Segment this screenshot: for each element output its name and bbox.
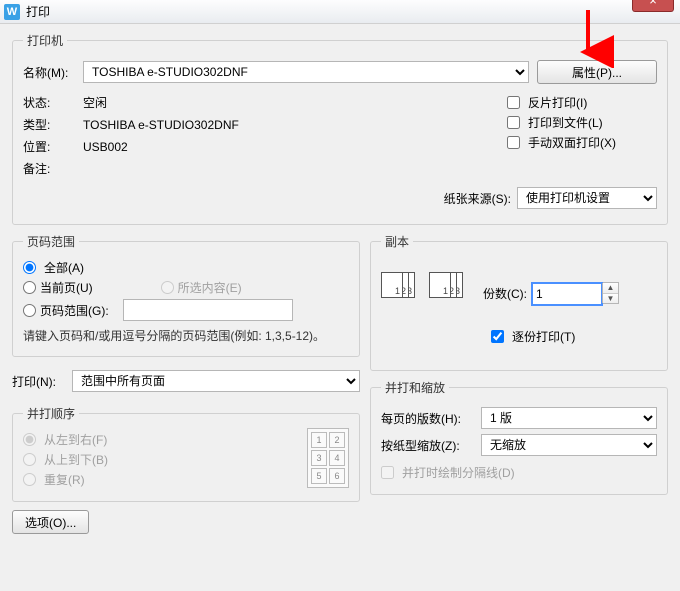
where-value: USB002 (83, 140, 128, 154)
comment-label: 备注: (23, 160, 83, 177)
window-title: 打印 (26, 0, 50, 24)
range-selection-radio: 所选内容(E) (161, 279, 242, 296)
type-value: TOSHIBA e-STUDIO302DNF (83, 118, 239, 132)
page-range-group: 页码范围 全部(A) 当前页(U) 所选内容(E) 页码范围(G): 请键入页码… (12, 233, 360, 357)
collate-preview-icon (381, 272, 421, 314)
copies-count-input[interactable] (532, 283, 602, 305)
collate-preview-icon (429, 272, 469, 314)
order-tb-radio: 从上到下(B) (23, 451, 108, 468)
zoom-group: 并打和缩放 每页的版数(H): 1 版 按纸型缩放(Z): 无缩放 并打时绘制分… (370, 379, 668, 495)
properties-button[interactable]: 属性(P)... (537, 60, 657, 84)
page-range-hint: 请键入页码和/或用逗号分隔的页码范围(例如: 1,3,5-12)。 (23, 327, 349, 346)
options-button[interactable]: 选项(O)... (12, 510, 89, 534)
scale-to-paper-label: 按纸型缩放(Z): (381, 437, 481, 454)
print-to-file-checkbox[interactable]: 打印到文件(L) (507, 114, 657, 131)
paper-source-select[interactable]: 使用打印机设置 (517, 187, 657, 209)
pages-per-sheet-label: 每页的版数(H): (381, 410, 481, 427)
print-what-select[interactable]: 范围中所有页面 (72, 370, 360, 392)
range-all-radio[interactable]: 全部(A) (23, 259, 349, 276)
reverse-print-checkbox[interactable]: 反片打印(I) (507, 94, 657, 111)
printer-group: 打印机 名称(M): TOSHIBA e-STUDIO302DNF 属性(P).… (12, 32, 668, 225)
app-icon: W (4, 4, 20, 20)
page-range-legend: 页码范围 (23, 233, 79, 250)
printer-legend: 打印机 (23, 32, 67, 49)
name-label: 名称(M): (23, 64, 83, 81)
draw-separator-checkbox: 并打时绘制分隔线(D) (381, 464, 657, 481)
title-bar: W 打印 × (0, 0, 680, 24)
where-label: 位置: (23, 138, 83, 155)
spinner-down-icon[interactable]: ▼ (603, 294, 618, 304)
copies-legend: 副本 (381, 233, 413, 250)
printer-name-select[interactable]: TOSHIBA e-STUDIO302DNF (83, 61, 529, 83)
range-pages-radio[interactable]: 页码范围(G): (23, 302, 109, 319)
copies-count-label: 份数(C): (483, 285, 527, 302)
manual-duplex-checkbox[interactable]: 手动双面打印(X) (507, 134, 657, 151)
type-label: 类型: (23, 116, 83, 133)
order-preview-icon: 12 34 56 (307, 428, 349, 488)
page-range-input[interactable] (123, 299, 293, 321)
status-label: 状态: (23, 94, 83, 111)
collate-checkbox[interactable]: 逐份打印(T) (491, 328, 657, 345)
zoom-legend: 并打和缩放 (381, 379, 449, 396)
print-order-legend: 并打顺序 (23, 405, 79, 422)
order-lr-radio: 从左到右(F) (23, 431, 108, 448)
print-what-label: 打印(N): (12, 373, 72, 390)
print-order-group: 并打顺序 从左到右(F) 从上到下(B) 重复(R) 12 34 56 (12, 405, 360, 502)
paper-source-label: 纸张来源(S): (444, 190, 511, 207)
status-value: 空闲 (83, 94, 107, 111)
spinner-up-icon[interactable]: ▲ (603, 283, 618, 294)
pages-per-sheet-select[interactable]: 1 版 (481, 407, 657, 429)
close-button[interactable]: × (632, 0, 674, 12)
scale-to-paper-select[interactable]: 无缩放 (481, 434, 657, 456)
range-current-radio[interactable]: 当前页(U) (23, 279, 93, 296)
copies-count-spinner[interactable]: ▲▼ (531, 282, 619, 304)
order-repeat-radio: 重复(R) (23, 471, 108, 488)
copies-group: 副本 份数(C): (370, 233, 668, 371)
